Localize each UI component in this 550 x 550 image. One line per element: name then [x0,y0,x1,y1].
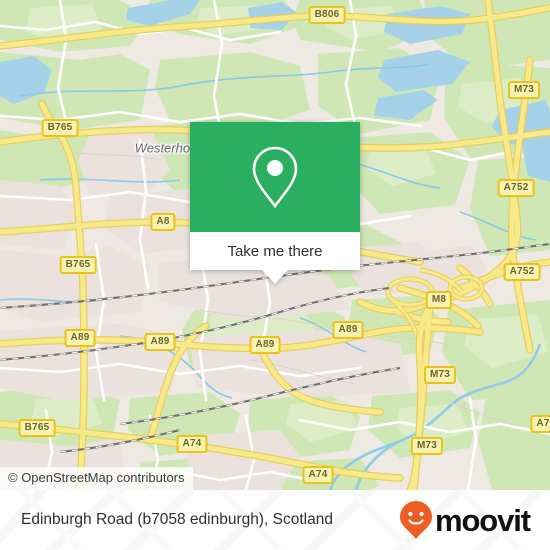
road-shield-m73: M73 [423,366,457,384]
location-popup[interactable]: Take me there [190,122,360,284]
footer-bar: Edinburgh Road (b7058 edinburgh), Scotla… [0,490,550,550]
road-shield-m8: M8 [425,291,453,309]
road-shield-a752: A752 [497,179,535,197]
map-pin-icon [252,146,298,209]
location-title: Edinburgh Road (b7058 edinburgh), Scotla… [21,511,333,528]
road-shield-a7: A7 [530,415,550,433]
road-shield-a8: A8 [150,213,176,231]
road-shield-a89: A89 [332,321,364,339]
road-shield-m73: M73 [410,437,444,455]
road-shield-a89: A89 [249,336,281,354]
popup-action-label[interactable]: Take me there [190,232,360,270]
road-shield-a74: A74 [302,466,334,484]
popup-header [190,122,360,232]
moovit-map-page: Westerhou B806 M73 B765 A752 A8 B765 A75… [0,0,550,550]
road-shield-a74: A74 [176,435,208,453]
road-shield-a89: A89 [144,333,176,351]
road-shield-b806: B806 [308,6,346,24]
road-shield-m73: M73 [507,81,541,99]
osm-attribution: © OpenStreetMap contributors [0,467,193,490]
road-shield-b765: B765 [18,419,56,437]
road-shield-a752: A752 [503,263,541,281]
moovit-smiley-pin-icon [399,501,432,539]
road-shield-b765: B765 [41,119,79,137]
road-shield-a89: A89 [64,329,96,347]
place-label-westerhouse: Westerhou [134,140,198,156]
road-shield-b765: B765 [59,256,97,274]
moovit-logo[interactable]: moovit [399,490,531,550]
moovit-wordmark: moovit [434,502,531,538]
popup-tail [262,270,288,284]
